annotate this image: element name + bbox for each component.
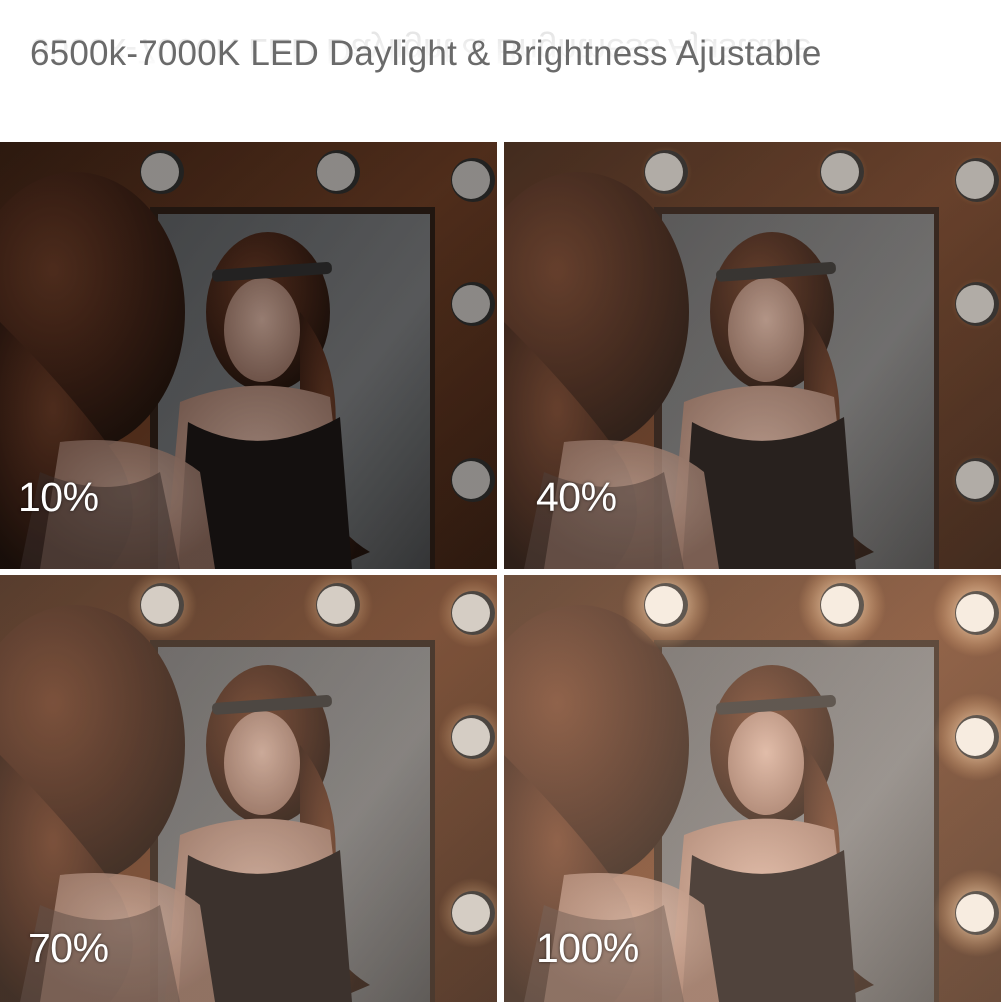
panel-brightness-10: 10%	[0, 142, 497, 569]
panel-brightness-70: 70%	[0, 575, 497, 1002]
title-reflection: 6500k-7000K LED Daylight & Brightness Aj…	[30, 31, 813, 70]
brightness-label: 100%	[536, 925, 639, 971]
panel-brightness-40: 40%	[504, 142, 1001, 569]
panel-brightness-100: 100%	[504, 575, 1001, 1002]
brightness-label: 10%	[18, 474, 99, 520]
brightness-label: 40%	[536, 474, 617, 520]
brightness-grid: 10% 40% 70% 100%	[0, 142, 1001, 1002]
brightness-label: 70%	[28, 925, 109, 971]
